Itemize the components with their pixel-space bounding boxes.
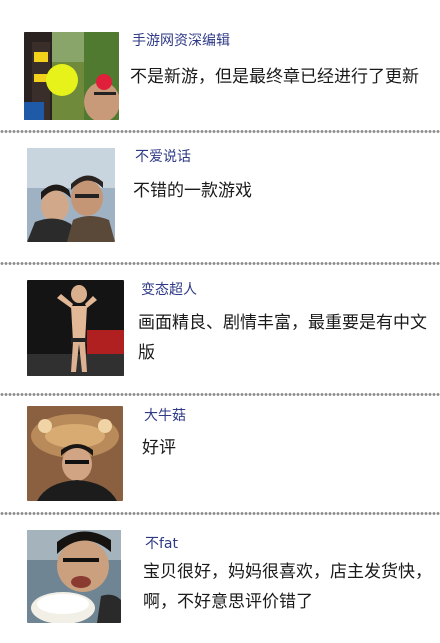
review-author[interactable]: 手游网资深编辑	[132, 32, 230, 50]
review-comment: 不错的一款游戏	[133, 181, 252, 201]
review-comment: 好评	[142, 438, 176, 458]
avatar[interactable]	[27, 148, 115, 242]
review-comment: 宝贝很好，妈妈很喜欢，店主发货快，啊，不好意思评价错了	[143, 562, 432, 612]
review-item: 大牛菇 好评	[0, 397, 440, 513]
review-author[interactable]: 不爱说话	[135, 148, 191, 166]
review-feed: 手游网资深编辑 不是新游，但是最终章已经进行了更新 不爱说话 不错的一款游戏 变…	[0, 0, 440, 643]
review-comment: 画面精良、剧情丰富，最重要是有中文版	[138, 313, 427, 363]
review-item: 不爱说话 不错的一款游戏	[0, 134, 440, 262]
review-item: 手游网资深编辑 不是新游，但是最终章已经进行了更新	[0, 0, 440, 128]
review-author[interactable]: 变态超人	[141, 281, 197, 299]
avatar[interactable]	[27, 406, 123, 501]
avatar[interactable]	[27, 280, 124, 376]
review-item: 变态超人 画面精良、剧情丰富，最重要是有中文版	[0, 266, 440, 392]
review-author[interactable]: 大牛菇	[144, 407, 186, 425]
review-comment: 不是新游，但是最终章已经进行了更新	[130, 67, 419, 87]
avatar[interactable]	[27, 530, 121, 623]
review-item: 不fat 宝贝很好，妈妈很喜欢，店主发货快，啊，不好意思评价错了	[0, 516, 440, 643]
review-author[interactable]: 不fat	[145, 535, 178, 553]
avatar[interactable]	[24, 32, 119, 120]
